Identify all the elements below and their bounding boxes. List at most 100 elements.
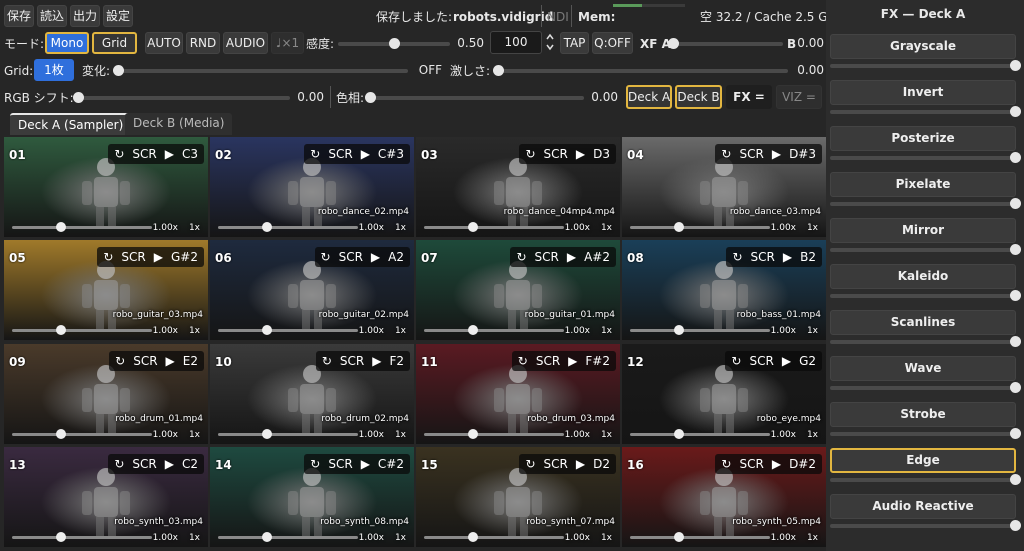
scratch-button[interactable]: SCR: [133, 354, 157, 368]
loop-icon[interactable]: ↻: [310, 457, 320, 471]
fx-button[interactable]: Grayscale: [830, 34, 1016, 59]
rgb-shift-slider[interactable]: [73, 92, 290, 103]
clip-speed-knob[interactable]: [468, 429, 478, 439]
clip-speed-slider[interactable]: [218, 325, 358, 335]
loop-icon[interactable]: ↻: [721, 457, 731, 471]
fx-amount-slider[interactable]: [830, 428, 1021, 439]
clip-cell[interactable]: 04 ↻ SCR ▶ D#3 robo_dance_03.mp4 1.00x 1x: [622, 137, 826, 237]
fx-amount-slider[interactable]: [830, 244, 1021, 255]
clip-speed-slider[interactable]: [12, 429, 152, 439]
clip-speed-knob[interactable]: [56, 325, 66, 335]
loop-icon[interactable]: ↻: [732, 250, 742, 264]
fx-button[interactable]: Audio Reactive: [830, 494, 1016, 519]
clip-speed-knob[interactable]: [468, 532, 478, 542]
scratch-button[interactable]: SCR: [328, 147, 352, 161]
clip-speed-slider[interactable]: [630, 222, 770, 232]
clip-speed-knob[interactable]: [468, 325, 478, 335]
clip-cell[interactable]: 14 ↻ SCR ▶ C#2 robo_synth_08.mp4 1.00x 1x: [210, 447, 414, 547]
play-icon[interactable]: ▶: [772, 457, 781, 471]
scratch-button[interactable]: SCR: [536, 354, 560, 368]
scratch-button[interactable]: SCR: [749, 354, 773, 368]
loop-icon[interactable]: ↻: [731, 354, 741, 368]
clip-speed-slider[interactable]: [424, 429, 564, 439]
change-slider[interactable]: [113, 65, 408, 76]
scratch-button[interactable]: SCR: [340, 354, 364, 368]
rgb-shift-knob[interactable]: [73, 92, 84, 103]
clip-speed-knob[interactable]: [262, 325, 272, 335]
sensitivity-knob[interactable]: [389, 38, 400, 49]
clip-speed-knob[interactable]: [674, 532, 684, 542]
clip-speed-knob[interactable]: [674, 325, 684, 335]
clip-cell[interactable]: 10 ↻ SCR ▶ F2 robo_drum_02.mp4 1.00x 1x: [210, 344, 414, 444]
loop-icon[interactable]: ↻: [518, 354, 528, 368]
scratch-button[interactable]: SCR: [121, 250, 145, 264]
fx-amount-slider[interactable]: [830, 290, 1021, 301]
sensitivity-slider[interactable]: [338, 38, 450, 49]
clip-cell[interactable]: 12 ↻ SCR ▶ G2 robo_eye.mp4 1.00x 1x: [622, 344, 826, 444]
viz-target-button[interactable]: VIZ =: [776, 85, 822, 109]
scratch-button[interactable]: SCR: [739, 147, 763, 161]
play-icon[interactable]: ▶: [567, 250, 576, 264]
fx-amount-knob[interactable]: [1010, 60, 1021, 71]
play-icon[interactable]: ▶: [361, 147, 370, 161]
clip-speed-knob[interactable]: [468, 222, 478, 232]
fx-amount-knob[interactable]: [1010, 152, 1021, 163]
clip-speed-slider[interactable]: [424, 325, 564, 335]
scratch-button[interactable]: SCR: [544, 457, 568, 471]
play-icon[interactable]: ▶: [372, 354, 381, 368]
clip-speed-slider[interactable]: [218, 532, 358, 542]
clip-speed-knob[interactable]: [262, 532, 272, 542]
fx-amount-slider[interactable]: [830, 474, 1021, 485]
clip-speed-slider[interactable]: [630, 429, 770, 439]
clip-speed-knob[interactable]: [674, 429, 684, 439]
play-icon[interactable]: ▶: [576, 457, 585, 471]
clip-cell[interactable]: 03 ↻ SCR ▶ D3 robo_dance_04mp4.mp4 1.00x 1x: [416, 137, 620, 237]
hue-slider[interactable]: [365, 92, 584, 103]
fx-amount-slider[interactable]: [830, 152, 1021, 163]
scratch-button[interactable]: SCR: [751, 250, 775, 264]
play-icon[interactable]: ▶: [568, 354, 577, 368]
fx-amount-knob[interactable]: [1010, 106, 1021, 117]
play-icon[interactable]: ▶: [371, 250, 380, 264]
clip-cell[interactable]: 15 ↻ SCR ▶ D2 robo_synth_07.mp4 1.00x 1x: [416, 447, 620, 547]
deck-a-button[interactable]: Deck A: [626, 85, 672, 109]
loop-icon[interactable]: ↻: [525, 457, 535, 471]
auto-button[interactable]: AUTO: [145, 32, 183, 54]
scratch-button[interactable]: SCR: [544, 147, 568, 161]
loop-icon[interactable]: ↻: [322, 354, 332, 368]
clip-speed-knob[interactable]: [56, 222, 66, 232]
scratch-button[interactable]: SCR: [739, 457, 763, 471]
mode-grid-button[interactable]: Grid: [92, 32, 137, 54]
clip-speed-slider[interactable]: [424, 532, 564, 542]
fx-amount-knob[interactable]: [1010, 290, 1021, 301]
scratch-button[interactable]: SCR: [339, 250, 363, 264]
clip-cell[interactable]: 07 ↻ SCR ▶ A#2 robo_guitar_01.mp4 1.00x 1x: [416, 240, 620, 340]
loop-icon[interactable]: ↻: [525, 147, 535, 161]
clip-cell[interactable]: 08 ↻ SCR ▶ B2 robo_bass_01.mp4 1.00x 1x: [622, 240, 826, 340]
crossfader-knob[interactable]: [668, 38, 679, 49]
fx-amount-slider[interactable]: [830, 382, 1021, 393]
deck-b-button[interactable]: Deck B: [675, 85, 722, 109]
fx-amount-slider[interactable]: [830, 336, 1021, 347]
clip-cell[interactable]: 16 ↻ SCR ▶ D#2 robo_synth_05.mp4 1.00x 1x: [622, 447, 826, 547]
scratch-button[interactable]: SCR: [535, 250, 559, 264]
bpm-input[interactable]: 100: [490, 31, 542, 54]
save-button[interactable]: 保存: [4, 5, 34, 27]
loop-icon[interactable]: ↻: [321, 250, 331, 264]
audio-button[interactable]: AUDIO: [223, 32, 268, 54]
clip-speed-slider[interactable]: [12, 325, 152, 335]
output-button[interactable]: 出力: [70, 5, 100, 27]
loop-icon[interactable]: ↻: [115, 354, 125, 368]
loop-icon[interactable]: ↻: [516, 250, 526, 264]
load-button[interactable]: 読込: [37, 5, 67, 27]
play-icon[interactable]: ▶: [165, 457, 174, 471]
play-icon[interactable]: ▶: [361, 457, 370, 471]
fx-button[interactable]: Kaleido: [830, 264, 1016, 289]
clip-speed-slider[interactable]: [630, 532, 770, 542]
fx-button[interactable]: Wave: [830, 356, 1016, 381]
play-icon[interactable]: ▶: [772, 147, 781, 161]
fx-button[interactable]: Strobe: [830, 402, 1016, 427]
fx-amount-slider[interactable]: [830, 106, 1021, 117]
play-icon[interactable]: ▶: [166, 354, 175, 368]
scratch-button[interactable]: SCR: [328, 457, 352, 471]
